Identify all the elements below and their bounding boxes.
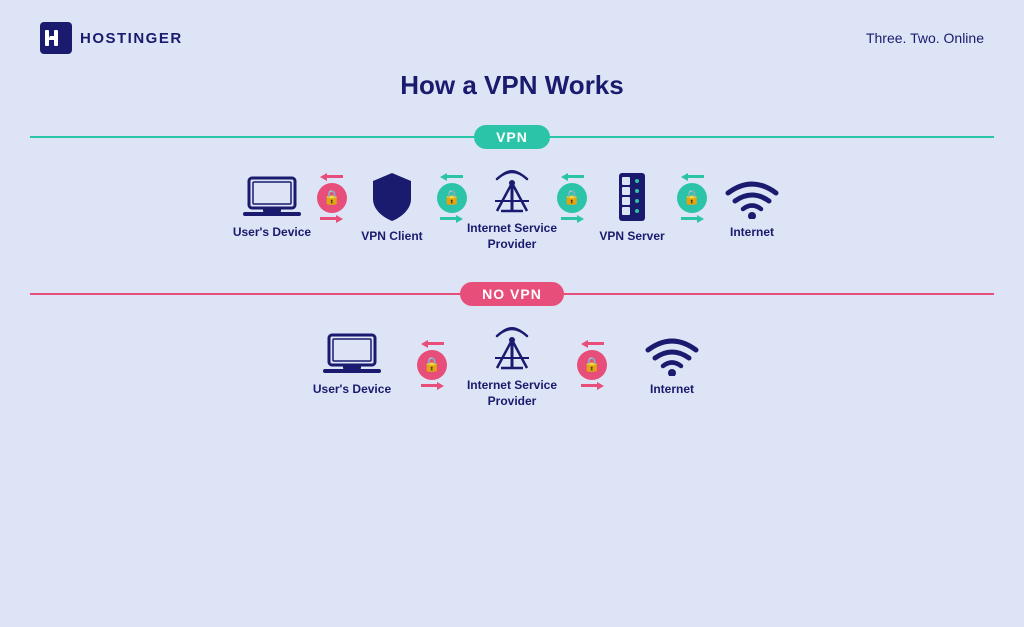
node-vpn-client: VPN Client [347,171,437,245]
node-users-device-novpn: User's Device [297,332,407,398]
laptop-icon [243,175,301,219]
vpn-label: VPN [474,125,550,149]
tagline: Three. Two. Online [866,30,984,46]
novpn-divider: NO VPN [30,282,994,306]
wifi-icon-novpn [643,332,701,376]
vpn-divider: VPN [30,125,994,149]
vpn-section: VPN User's Device [30,115,994,264]
node-isp-novpn: Internet ServiceProvider [457,320,567,409]
server-icon [611,171,653,223]
shield-icon [369,171,415,223]
node-label-users-device-vpn: User's Device [233,225,311,241]
arrow-red-novpn-2: 🔒 [577,340,607,390]
node-label-vpn-client: VPN Client [361,229,422,245]
node-label-isp-vpn: Internet ServiceProvider [467,221,557,252]
novpn-section: NO VPN User's Device [30,272,994,421]
sections-container: VPN User's Device [0,115,1024,421]
antenna-icon-novpn [487,320,537,372]
node-label-internet-novpn: Internet [650,382,694,398]
novpn-label: NO VPN [460,282,564,306]
page-title: How a VPN Works [0,70,1024,101]
node-isp-vpn: Internet ServiceProvider [467,163,557,252]
novpn-diagram-row: User's Device 🔒 [30,316,994,411]
header: HOSTINGER Three. Two. Online [0,0,1024,64]
arrow-green-1: 🔒 [437,173,467,223]
node-label-users-device-novpn: User's Device [313,382,391,398]
arrow-red-novpn-1: 🔒 [417,340,447,390]
logo-text: HOSTINGER [80,30,183,47]
node-internet-vpn: Internet [707,175,797,241]
node-label-isp-novpn: Internet ServiceProvider [467,378,557,409]
node-users-device-vpn: User's Device [227,175,317,241]
logo: HOSTINGER [40,22,183,54]
node-vpn-server: VPN Server [587,171,677,245]
vpn-diagram-row: User's Device 🔒 [30,159,994,254]
laptop-icon-novpn [323,332,381,376]
node-label-vpn-server: VPN Server [599,229,664,245]
arrow-green-3: 🔒 [677,173,707,223]
wifi-icon-vpn [723,175,781,219]
arrow-red-1: 🔒 [317,173,347,223]
antenna-icon-vpn [487,163,537,215]
hostinger-logo-icon [40,22,72,54]
node-internet-novpn: Internet [617,332,727,398]
node-label-internet-vpn: Internet [730,225,774,241]
arrow-green-2: 🔒 [557,173,587,223]
